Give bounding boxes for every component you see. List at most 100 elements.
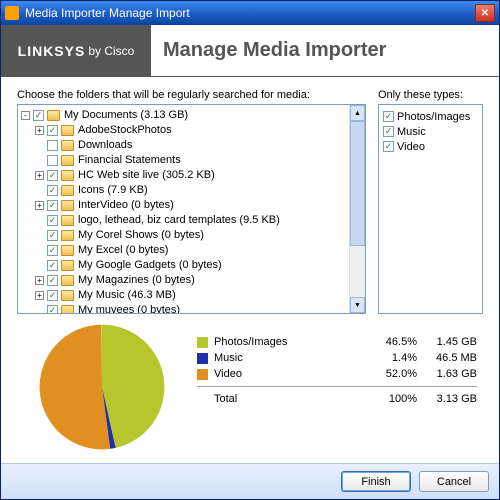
folder-checkbox[interactable] bbox=[47, 155, 58, 166]
folder-tree[interactable]: -✓My Documents (3.13 GB)+✓AdobeStockPhot… bbox=[18, 105, 365, 314]
expand-toggle[interactable]: + bbox=[35, 126, 44, 135]
legend-row: Music1.4%46.5 MB bbox=[197, 350, 477, 366]
tree-node[interactable]: ✓ Icons (7.9 KB) bbox=[21, 183, 362, 198]
folder-checkbox[interactable] bbox=[47, 140, 58, 151]
folder-label: My Documents (3.13 GB) bbox=[64, 108, 188, 123]
folder-icon bbox=[61, 290, 74, 301]
type-checkbox[interactable]: ✓ bbox=[383, 141, 394, 152]
finish-button[interactable]: Finish bbox=[341, 471, 411, 492]
expand-toggle[interactable]: + bbox=[35, 171, 44, 180]
legend-row: Video52.0%1.63 GB bbox=[197, 366, 477, 382]
expand-toggle[interactable]: + bbox=[35, 201, 44, 210]
scroll-up-button[interactable]: ▲ bbox=[350, 105, 365, 121]
header: LINKSYS by Cisco Manage Media Importer bbox=[1, 25, 499, 77]
folder-icon bbox=[61, 200, 74, 211]
type-label: Photos/Images bbox=[397, 111, 470, 123]
folder-icon bbox=[61, 215, 74, 226]
pie-chart bbox=[17, 322, 187, 452]
folder-label: Financial Statements bbox=[78, 153, 181, 168]
window-title: Media Importer Manage Import bbox=[25, 6, 475, 20]
tree-node[interactable]: +✓ HC Web site live (305.2 KB) bbox=[21, 168, 362, 183]
folder-checkbox[interactable]: ✓ bbox=[47, 185, 58, 196]
tree-node[interactable]: Downloads bbox=[21, 138, 362, 153]
folder-checkbox[interactable]: ✓ bbox=[47, 305, 58, 314]
folder-checkbox[interactable]: ✓ bbox=[47, 170, 58, 181]
brand-name: LINKSYS bbox=[18, 43, 86, 59]
folder-icon bbox=[61, 260, 74, 271]
expand-toggle[interactable]: - bbox=[21, 111, 30, 120]
type-row[interactable]: ✓Music bbox=[383, 124, 478, 139]
folder-checkbox[interactable]: ✓ bbox=[47, 245, 58, 256]
titlebar: Media Importer Manage Import ✕ bbox=[1, 1, 499, 25]
folder-icon bbox=[61, 275, 74, 286]
type-label: Music bbox=[397, 126, 426, 138]
legend-swatch bbox=[197, 337, 208, 348]
types-list: ✓Photos/Images✓Music✓Video bbox=[379, 105, 482, 158]
folder-label: My Google Gadgets (0 bytes) bbox=[78, 258, 222, 273]
expand-toggle[interactable]: + bbox=[35, 291, 44, 300]
folder-label: My Magazines (0 bytes) bbox=[78, 273, 195, 288]
folder-label: Icons (7.9 KB) bbox=[78, 183, 148, 198]
tree-node[interactable]: -✓ My Documents (3.13 GB) bbox=[21, 108, 362, 123]
scroll-thumb[interactable] bbox=[350, 121, 365, 246]
folder-checkbox[interactable]: ✓ bbox=[47, 290, 58, 301]
close-button[interactable]: ✕ bbox=[475, 4, 495, 22]
legend-size: 1.63 GB bbox=[417, 368, 477, 380]
legend-size: 1.45 GB bbox=[417, 336, 477, 348]
legend-total: Total100%3.13 GB bbox=[197, 391, 477, 407]
type-checkbox[interactable]: ✓ bbox=[383, 111, 394, 122]
tree-node[interactable]: Financial Statements bbox=[21, 153, 362, 168]
folder-checkbox[interactable]: ✓ bbox=[33, 110, 44, 121]
tree-node[interactable]: +✓ AdobeStockPhotos bbox=[21, 123, 362, 138]
expand-toggle[interactable]: + bbox=[35, 276, 44, 285]
tree-node[interactable]: ✓ logo, lethead, biz card templates (9.5 … bbox=[21, 213, 362, 228]
folder-icon bbox=[61, 155, 74, 166]
folder-checkbox[interactable]: ✓ bbox=[47, 125, 58, 136]
folder-icon bbox=[61, 140, 74, 151]
tree-node[interactable]: +✓ My Magazines (0 bytes) bbox=[21, 273, 362, 288]
tree-node[interactable]: ✓ My muvees (0 bytes) bbox=[21, 303, 362, 314]
folder-label: My muvees (0 bytes) bbox=[78, 303, 180, 314]
folder-checkbox[interactable]: ✓ bbox=[47, 260, 58, 271]
folder-label: My Music (46.3 MB) bbox=[78, 288, 176, 303]
folder-tree-panel: -✓My Documents (3.13 GB)+✓AdobeStockPhot… bbox=[17, 104, 366, 314]
folder-label: AdobeStockPhotos bbox=[78, 123, 172, 138]
legend-name: Photos/Images bbox=[214, 336, 367, 348]
type-label: Video bbox=[397, 141, 425, 153]
tree-label: Choose the folders that will be regularl… bbox=[17, 89, 366, 101]
page-title: Manage Media Importer bbox=[151, 39, 499, 62]
folder-icon bbox=[61, 185, 74, 196]
folder-checkbox[interactable]: ✓ bbox=[47, 200, 58, 211]
tree-node[interactable]: +✓ My Music (46.3 MB) bbox=[21, 288, 362, 303]
legend-name: Video bbox=[214, 368, 367, 380]
legend-name: Music bbox=[214, 352, 367, 364]
tree-scrollbar[interactable]: ▲ ▼ bbox=[349, 105, 365, 313]
legend-percent: 52.0% bbox=[367, 368, 417, 380]
tree-node[interactable]: +✓ InterVideo (0 bytes) bbox=[21, 198, 362, 213]
app-window: Media Importer Manage Import ✕ LINKSYS b… bbox=[0, 0, 500, 500]
tree-node[interactable]: ✓ My Google Gadgets (0 bytes) bbox=[21, 258, 362, 273]
folder-label: HC Web site live (305.2 KB) bbox=[78, 168, 215, 183]
brand-logo: LINKSYS by Cisco bbox=[1, 25, 151, 77]
folder-icon bbox=[61, 125, 74, 136]
legend-percent: 46.5% bbox=[367, 336, 417, 348]
cancel-button[interactable]: Cancel bbox=[419, 471, 489, 492]
folder-icon bbox=[61, 170, 74, 181]
folder-icon bbox=[61, 245, 74, 256]
folder-label: logo, lethead, biz card templates (9.5 K… bbox=[78, 213, 280, 228]
types-label: Only these types: bbox=[378, 89, 483, 101]
folder-checkbox[interactable]: ✓ bbox=[47, 215, 58, 226]
type-checkbox[interactable]: ✓ bbox=[383, 126, 394, 137]
folder-checkbox[interactable]: ✓ bbox=[47, 275, 58, 286]
folder-label: InterVideo (0 bytes) bbox=[78, 198, 174, 213]
folder-checkbox[interactable]: ✓ bbox=[47, 230, 58, 241]
type-row[interactable]: ✓Video bbox=[383, 139, 478, 154]
tree-node[interactable]: ✓My Excel (0 bytes) bbox=[21, 243, 362, 258]
type-row[interactable]: ✓Photos/Images bbox=[383, 109, 478, 124]
footer: Finish Cancel bbox=[1, 463, 499, 499]
legend-swatch bbox=[197, 369, 208, 380]
legend-percent: 1.4% bbox=[367, 352, 417, 364]
tree-node[interactable]: ✓My Corel Shows (0 bytes) bbox=[21, 228, 362, 243]
pie-legend: Photos/Images46.5%1.45 GB Music1.4%46.5 M… bbox=[197, 322, 483, 407]
scroll-down-button[interactable]: ▼ bbox=[350, 297, 365, 313]
